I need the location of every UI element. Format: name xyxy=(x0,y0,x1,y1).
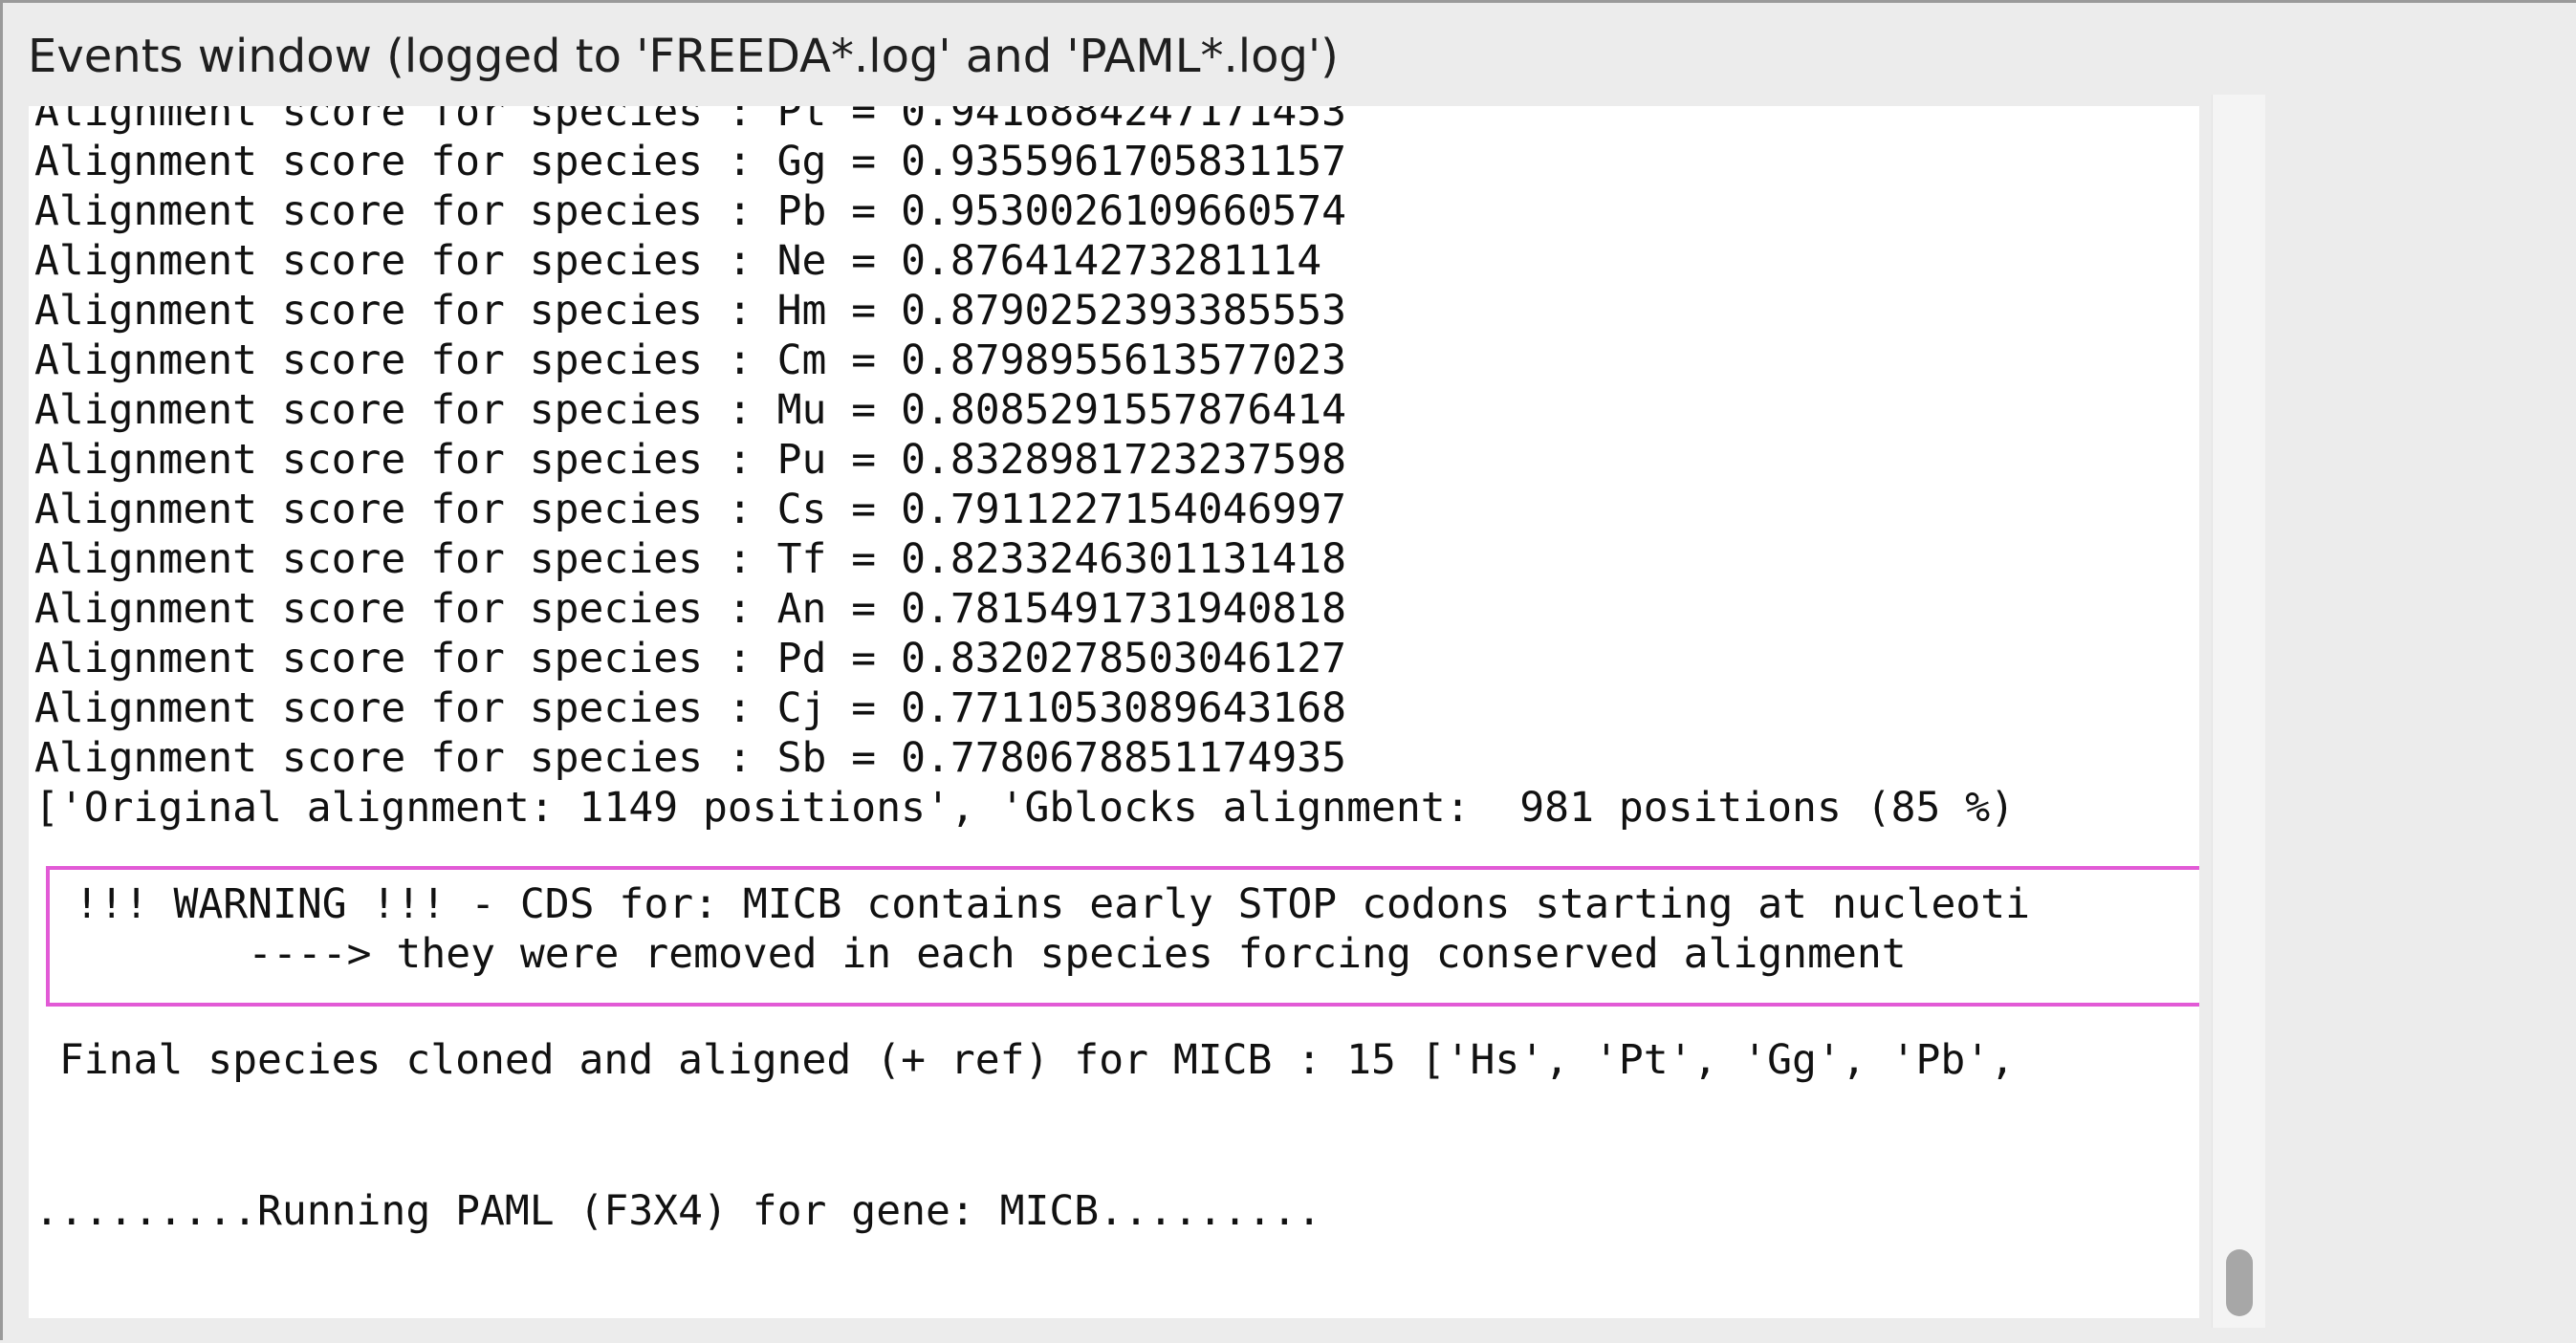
log-line: Alignment score for species : Cs = 0.791… xyxy=(34,486,1347,533)
running-paml-line: .........Running PAML (F3X4) for gene: M… xyxy=(34,1187,1322,1235)
scrollbar-thumb[interactable] xyxy=(2226,1249,2253,1316)
window-background xyxy=(2265,3,2576,1343)
window-title: Events window (logged to 'FREEDA*.log' a… xyxy=(28,30,1339,83)
log-line: Alignment score for species : Tf = 0.823… xyxy=(34,535,1347,583)
final-species-line: Final species cloned and aligned (+ ref)… xyxy=(34,1036,2016,1084)
log-output-pane[interactable]: Alignment score for species : Pt = 0.941… xyxy=(29,106,2199,1318)
log-line: Alignment score for species : Hm = 0.879… xyxy=(34,287,1347,335)
log-line: Alignment score for species : An = 0.781… xyxy=(34,585,1347,633)
log-line: Alignment score for species : Pd = 0.832… xyxy=(34,635,1347,682)
log-line: Alignment score for species : Sb = 0.778… xyxy=(34,734,1347,782)
warning-detail-line: ----> they were removed in each species … xyxy=(50,930,1907,978)
log-line: Alignment score for species : Ne = 0.876… xyxy=(34,237,1322,285)
alignment-summary-line: ['Original alignment: 1149 positions', '… xyxy=(34,784,2016,832)
log-line: Alignment score for species : Gg = 0.935… xyxy=(34,138,1347,185)
log-line: Alignment score for species : Cm = 0.879… xyxy=(34,336,1347,384)
stop-codon-warning-box: !!! WARNING !!! - CDS for: MICB contains… xyxy=(46,866,2199,1007)
warning-line: !!! WARNING !!! - CDS for: MICB contains… xyxy=(50,880,2031,928)
log-line: Alignment score for species : Pu = 0.832… xyxy=(34,436,1347,484)
log-line: Alignment score for species : Pb = 0.953… xyxy=(34,187,1347,235)
log-line: Alignment score for species : Pt = 0.941… xyxy=(34,106,1347,136)
events-window: Events window (logged to 'FREEDA*.log' a… xyxy=(0,0,2576,1343)
log-line: Alignment score for species : Cj = 0.771… xyxy=(34,684,1347,732)
log-line: Alignment score for species : Mu = 0.808… xyxy=(34,386,1347,434)
vertical-scrollbar[interactable] xyxy=(2212,95,2266,1328)
